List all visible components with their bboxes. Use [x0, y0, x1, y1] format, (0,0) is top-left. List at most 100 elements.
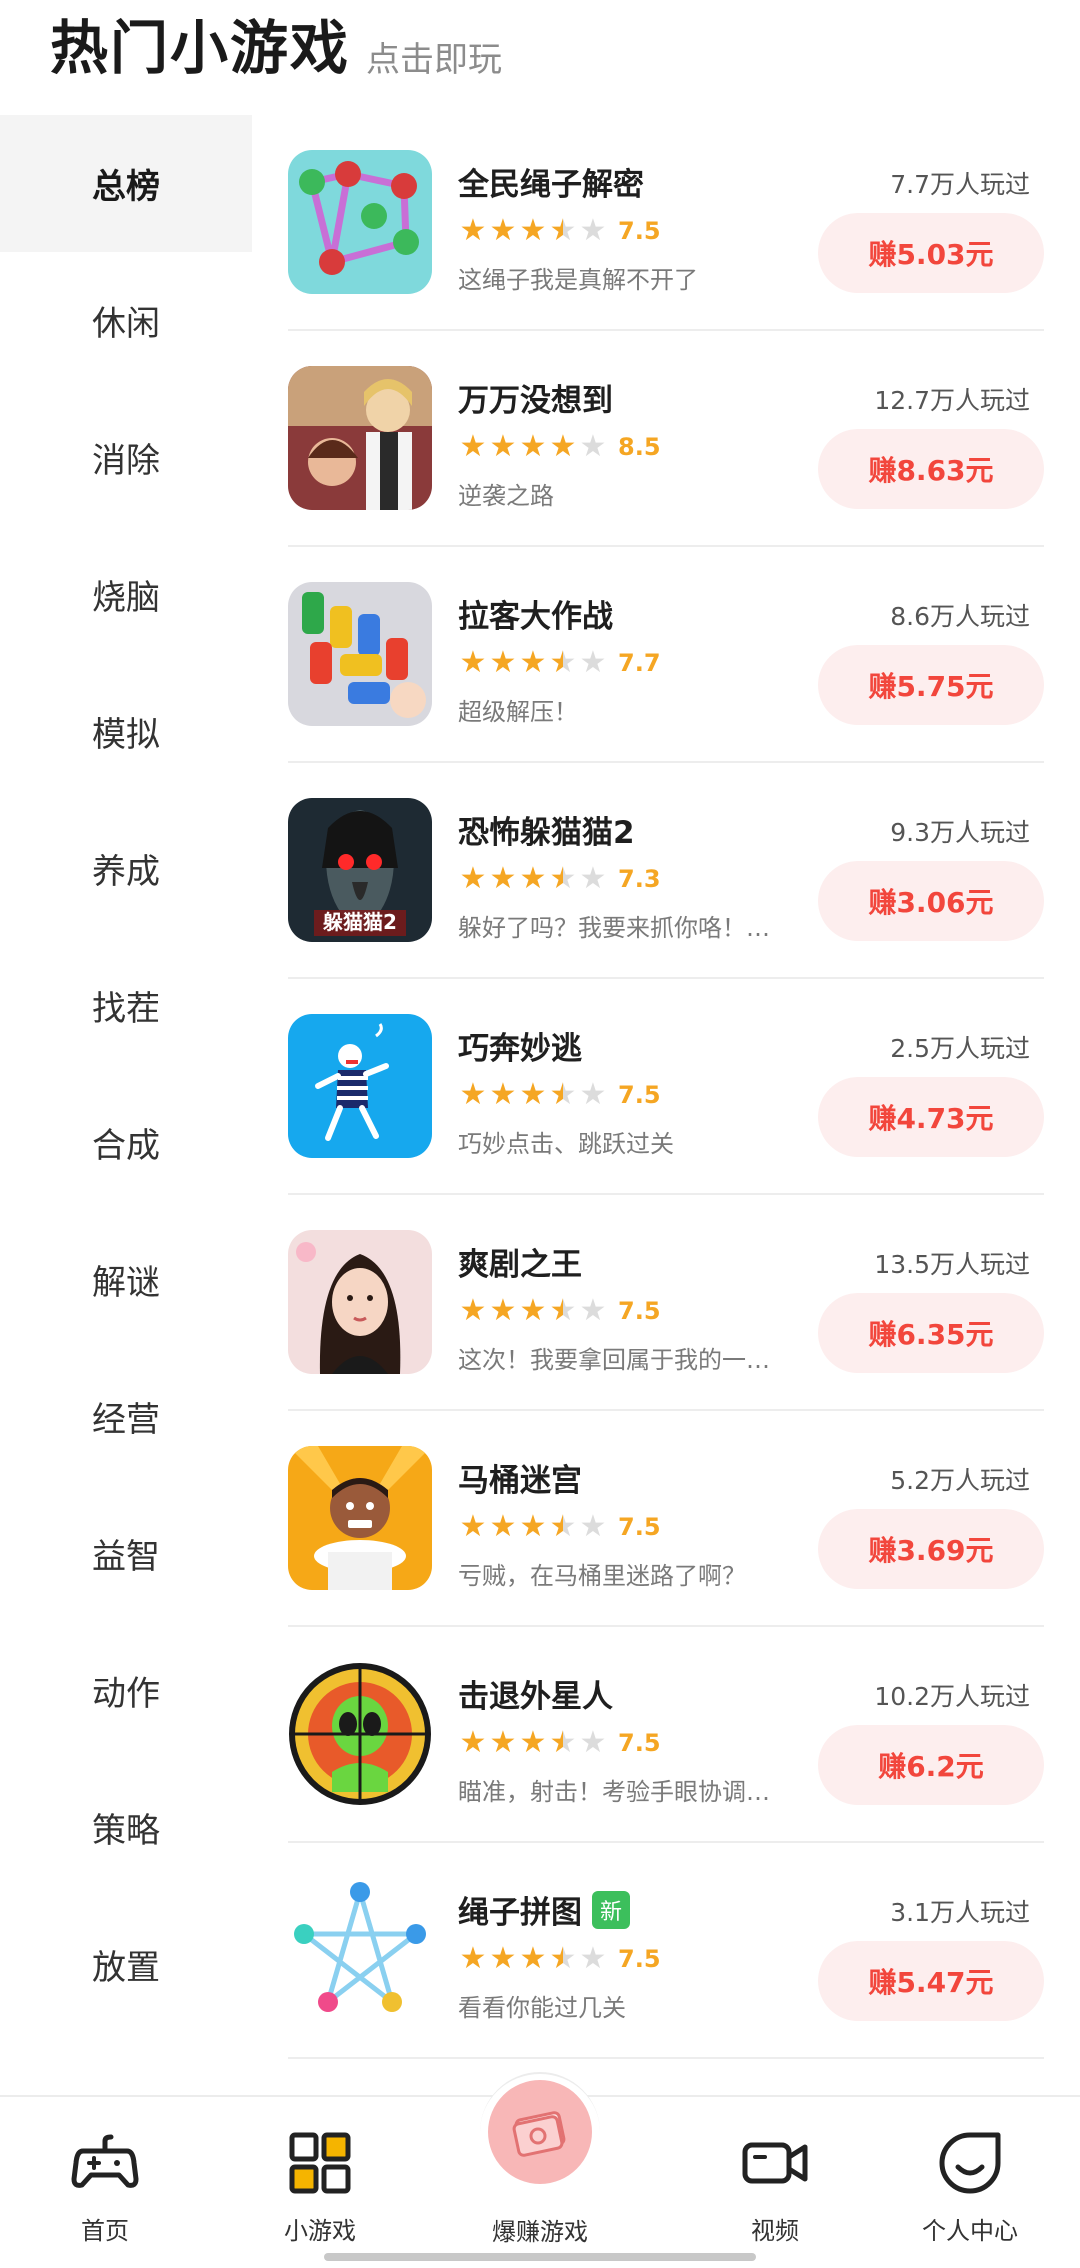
rating-score: 7.3 — [618, 865, 661, 893]
earn-button[interactable]: 赚6.35元 — [818, 1293, 1044, 1373]
star-icon: ★ — [519, 645, 547, 680]
game-name-text: 巧奔妙逃 — [458, 1031, 582, 1067]
sidebar-item-7[interactable]: 合成 — [0, 1074, 252, 1211]
rating-score: 8.5 — [618, 433, 661, 461]
rope-star-icon[interactable] — [288, 1878, 432, 2022]
game-name: 爽剧之王 — [458, 1239, 582, 1284]
sidebar-item-3[interactable]: 烧脑 — [0, 526, 252, 663]
star-icon: ★ — [549, 645, 577, 680]
sidebar-item-0[interactable]: 总榜 — [0, 115, 252, 252]
star-rating: ★ ★ ★ ★ ★ 7.5 — [458, 1728, 661, 1758]
star-icon: ★ — [459, 213, 487, 248]
earn-button[interactable]: 赚3.06元 — [818, 861, 1044, 941]
game-description: 瞄准，射击！考验手眼协调… — [458, 1778, 770, 1806]
sidebar-item-1[interactable]: 休闲 — [0, 252, 252, 389]
star-icon: ★ — [579, 645, 607, 680]
sidebar-item-11[interactable]: 动作 — [0, 1622, 252, 1759]
nav-label: 视频 — [751, 2217, 799, 2245]
star-icon: ★ — [519, 1077, 547, 1112]
game-row[interactable]: 拉客大作战 ★ ★ ★ ★ ★ 7.7 超级解压！ 8.6万人玩过 赚5.75元 — [288, 547, 1044, 763]
video-camera-icon — [742, 2142, 808, 2184]
star-icon: ★ — [489, 429, 517, 464]
nav-profile[interactable]: 个人中心 — [870, 2127, 1070, 2246]
star-icon: ★ — [459, 1509, 487, 1544]
alien-target-icon[interactable] — [288, 1662, 432, 1806]
drama-characters-icon[interactable] — [288, 366, 432, 510]
player-count: 10.2万人玩过 — [874, 1682, 1030, 1711]
star-icon: ★ — [579, 1077, 607, 1112]
sidebar-item-4[interactable]: 模拟 — [0, 663, 252, 800]
earn-button[interactable]: 赚8.63元 — [818, 429, 1044, 509]
game-name-text: 爽剧之王 — [458, 1247, 582, 1283]
home-indicator — [324, 2253, 756, 2261]
toilet-man-icon[interactable] — [288, 1446, 432, 1590]
player-count: 13.5万人玩过 — [874, 1250, 1030, 1279]
game-name: 马桶迷宫 — [458, 1455, 582, 1500]
player-count: 12.7万人玩过 — [874, 386, 1030, 415]
star-icon: ★ — [489, 1077, 517, 1112]
parking-cars-icon[interactable] — [288, 582, 432, 726]
game-row[interactable]: 绳子拼图新 ★ ★ ★ ★ ★ 7.5 看看你能过几关 3.1万人玩过 赚5.47元 — [288, 1843, 1044, 2059]
star-icon: ★ — [489, 1725, 517, 1760]
earn-button[interactable]: 赚4.73元 — [818, 1077, 1044, 1157]
game-name: 击退外星人 — [458, 1671, 613, 1716]
sidebar-item-8[interactable]: 解谜 — [0, 1211, 252, 1348]
nav-hot-games-button[interactable] — [488, 2080, 592, 2184]
star-icon: ★ — [549, 429, 577, 464]
new-badge: 新 — [592, 1890, 631, 1929]
horror-mask-icon[interactable]: 躲猫猫2 — [288, 798, 432, 942]
star-icon: ★ — [519, 429, 547, 464]
game-row[interactable]: 马桶迷宫 ★ ★ ★ ★ ★ 7.5 亏贼，在马桶里迷路了啊？ 5.2万人玩过 赚3.69元 — [288, 1411, 1044, 1627]
star-icon: ★ — [519, 213, 547, 248]
star-icon: ★ — [579, 1293, 607, 1328]
game-row[interactable]: 爽剧之王 ★ ★ ★ ★ ★ 7.5 这次！我要拿回属于我的一… 13.5万人玩过 赚6.35元 — [288, 1195, 1044, 1411]
star-icon: ★ — [579, 1509, 607, 1544]
game-name-text: 恐怖躲猫猫2 — [458, 815, 635, 851]
star-icon: ★ — [519, 861, 547, 896]
game-description: 躲好了吗？我要来抓你咯！… — [458, 914, 770, 942]
earn-button[interactable]: 赚5.47元 — [818, 1941, 1044, 2021]
game-name: 万万没想到 — [458, 375, 613, 420]
star-icon: ★ — [459, 429, 487, 464]
game-name: 恐怖躲猫猫2 — [458, 807, 635, 852]
star-icon: ★ — [549, 1293, 577, 1328]
earn-button[interactable]: 赚5.75元 — [818, 645, 1044, 725]
star-rating: ★ ★ ★ ★ ★ 7.5 — [458, 1296, 661, 1326]
nav-label: 首页 — [81, 2217, 129, 2245]
star-rating: ★ ★ ★ ★ ★ 7.5 — [458, 1944, 661, 1974]
star-icon: ★ — [519, 1725, 547, 1760]
game-row[interactable]: 全民绳子解密 ★ ★ ★ ★ ★ 7.5 这绳子我是真解不开了 7.7万人玩过 赚5.03元 — [288, 115, 1044, 331]
nav-home[interactable]: 首页 — [5, 2127, 205, 2246]
game-row[interactable]: 击退外星人 ★ ★ ★ ★ ★ 7.5 瞄准，射击！考验手眼协调… 10.2万人玩过赚6.2元 — [288, 1627, 1044, 1843]
nav-mini-games[interactable]: 小游戏 — [220, 2127, 420, 2246]
game-row[interactable]: 万万没想到 ★ ★ ★ ★ ★ 8.5 逆袭之路 12.7万人玩过 赚8.63元 — [288, 331, 1044, 547]
game-name-text: 万万没想到 — [458, 383, 613, 419]
game-description: 这绳子我是真解不开了 — [458, 266, 698, 294]
drama-girl-icon[interactable] — [288, 1230, 432, 1374]
sidebar-item-2[interactable]: 消除 — [0, 389, 252, 526]
star-icon: ★ — [579, 1941, 607, 1976]
sidebar-item-5[interactable]: 养成 — [0, 800, 252, 937]
game-row[interactable]: 巧奔妙逃 ★ ★ ★ ★ ★ 7.5 巧妙点击、跳跃过关 2.5万人玩过 赚4.73元 — [288, 979, 1044, 1195]
rating-score: 7.5 — [618, 1513, 661, 1541]
game-description: 逆袭之路 — [458, 482, 554, 510]
player-count: 9.3万人玩过 — [890, 818, 1030, 847]
rope-puzzle-icon[interactable] — [288, 150, 432, 294]
earn-button[interactable]: 赚6.2元 — [818, 1725, 1044, 1805]
earn-button[interactable]: 赚3.69元 — [818, 1509, 1044, 1589]
star-icon: ★ — [459, 1293, 487, 1328]
star-icon: ★ — [459, 645, 487, 680]
sidebar-item-12[interactable]: 策略 — [0, 1759, 252, 1896]
game-name-text: 全民绳子解密 — [458, 167, 644, 203]
earn-button[interactable]: 赚5.03元 — [818, 213, 1044, 293]
sidebar-item-10[interactable]: 益智 — [0, 1485, 252, 1622]
game-row[interactable]: 躲猫猫2 恐怖躲猫猫2 ★ ★ ★ ★ ★ 7.3 躲好了吗？我要来抓你咯！… 9.3万人玩过 赚3… — [288, 763, 1044, 979]
sidebar-item-13[interactable]: 放置 — [0, 1896, 252, 2033]
star-icon: ★ — [549, 1725, 577, 1760]
star-icon: ★ — [549, 1509, 577, 1544]
running-prisoner-icon[interactable] — [288, 1014, 432, 1158]
sidebar-item-6[interactable]: 找茬 — [0, 937, 252, 1074]
nav-video[interactable]: 视频 — [675, 2127, 875, 2246]
star-icon: ★ — [549, 861, 577, 896]
sidebar-item-9[interactable]: 经营 — [0, 1348, 252, 1485]
